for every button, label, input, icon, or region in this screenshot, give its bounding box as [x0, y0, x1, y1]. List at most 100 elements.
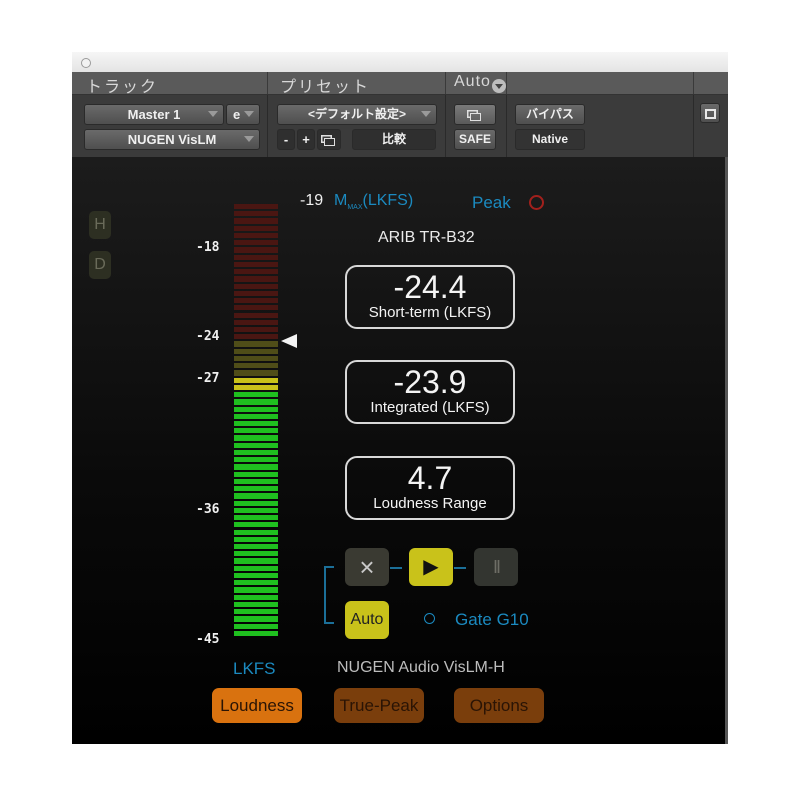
reset-button[interactable]: × [345, 548, 389, 586]
mmax-label: MMAX(LKFS) [334, 192, 414, 212]
tick-label: -27 [196, 371, 220, 386]
meter-segment [234, 507, 278, 514]
meter-segment [234, 457, 278, 463]
meter-segment [234, 558, 278, 564]
mmax-value: -19 [300, 192, 324, 209]
meter-segment [234, 290, 278, 297]
header-bar: トラック プリセット Auto [72, 72, 728, 96]
meter-segment [234, 471, 278, 477]
loudness-range-label: Loudness Range [373, 495, 487, 512]
pause-button[interactable]: II [474, 548, 518, 586]
meter-segment [234, 623, 278, 629]
meter-segment [234, 428, 278, 434]
target-marker-icon[interactable] [281, 334, 297, 348]
meter-segment [234, 435, 278, 441]
tab-true-peak[interactable]: True-Peak [334, 688, 424, 723]
meter-segment [234, 413, 278, 419]
preset-menu-icon[interactable] [492, 79, 506, 93]
tab-options[interactable]: Options [454, 688, 544, 723]
meter-segment [234, 377, 278, 383]
meter-segment [234, 326, 278, 333]
auto-header: Auto [454, 73, 491, 90]
meter-segment [234, 211, 278, 217]
preset-prev-button[interactable]: - [277, 129, 295, 150]
track-select[interactable]: Master 1 [84, 104, 224, 125]
play-button[interactable]: ▶ [409, 548, 453, 586]
integrated-label: Integrated (LKFS) [370, 399, 490, 416]
toolbar: Master 1 e NUGEN VisLM <デフォルト設定> - + 比較 … [72, 95, 728, 157]
plugin-select[interactable]: NUGEN VisLM [84, 129, 260, 150]
compare-button[interactable]: 比較 [352, 129, 436, 150]
track-header: トラック [86, 79, 159, 96]
short-term-readout: -24.4 Short-term (LKFS) [345, 265, 515, 329]
meter-segment [234, 551, 278, 557]
safe-button[interactable]: SAFE [454, 129, 496, 150]
meter-segment [234, 218, 278, 224]
meter-segment [234, 348, 278, 354]
meter-segment [234, 283, 278, 289]
copy-icon [323, 138, 335, 146]
gate-radio[interactable] [424, 613, 435, 624]
loudness-meter [234, 204, 278, 638]
meter-segment [234, 580, 278, 586]
meter-segment [234, 225, 278, 231]
square-icon [704, 109, 716, 119]
scrollbar[interactable] [725, 157, 728, 744]
hold-button[interactable]: H [89, 211, 111, 239]
plugin-window: トラック プリセット Auto Master 1 e NUGEN VisLM <… [72, 52, 728, 744]
meter-segment [234, 305, 278, 311]
tab-loudness[interactable]: Loudness [212, 688, 302, 723]
meter-segment [234, 536, 278, 542]
meter-segment [234, 355, 278, 362]
meter-segment [234, 247, 278, 253]
meter-segment [234, 276, 278, 282]
meter-segment [234, 565, 278, 571]
preset-next-button[interactable]: + [297, 129, 315, 150]
product-label: NUGEN Audio VisLM-H [337, 659, 505, 676]
close-icon: × [359, 552, 375, 582]
link-bracket [324, 566, 334, 624]
peak-indicator-icon[interactable] [529, 195, 544, 210]
meter-segment [234, 529, 278, 535]
meter-segment [234, 486, 278, 492]
meter-segment [234, 334, 278, 340]
auto-button[interactable]: Auto [345, 601, 389, 639]
meter-segment [234, 421, 278, 427]
display-button[interactable]: D [89, 251, 111, 279]
meter-segment [234, 616, 278, 622]
meter-segment [234, 630, 278, 636]
meter-segment [234, 464, 278, 470]
native-button[interactable]: Native [515, 129, 585, 150]
meter-segment [234, 587, 278, 593]
track-group-select[interactable]: e [226, 104, 260, 125]
gate-label: Gate G10 [455, 610, 529, 629]
copy-settings-button[interactable] [317, 129, 341, 150]
meter-segment [234, 601, 278, 608]
preset-select[interactable]: <デフォルト設定> [277, 104, 437, 125]
meter-segment [234, 254, 278, 260]
copy-icon [469, 113, 481, 121]
meter-segment [234, 594, 278, 600]
tick-label: -36 [196, 502, 220, 517]
meter-segment [234, 399, 278, 405]
bypass-button[interactable]: バイパス [515, 104, 585, 125]
meter-segment [234, 406, 278, 412]
meter-segment [234, 319, 278, 325]
title-bar [72, 52, 728, 72]
loudness-range-readout: 4.7 Loudness Range [345, 456, 515, 520]
meter-segment [234, 522, 278, 528]
meter-segment [234, 312, 278, 318]
meter-segment [234, 515, 278, 521]
auto-copy-button[interactable] [454, 104, 496, 125]
window-options-button[interactable] [700, 103, 720, 123]
meter-segment [234, 232, 278, 239]
meter-segment [234, 442, 278, 448]
tick-label: -24 [196, 329, 220, 344]
meter-segment [234, 392, 278, 398]
meter-unit-label: LKFS [233, 659, 276, 678]
meter-segment [234, 543, 278, 550]
meter-segment [234, 572, 278, 579]
pause-icon: II [492, 557, 501, 577]
meter-segment [234, 500, 278, 506]
window-close-button[interactable] [81, 58, 91, 68]
